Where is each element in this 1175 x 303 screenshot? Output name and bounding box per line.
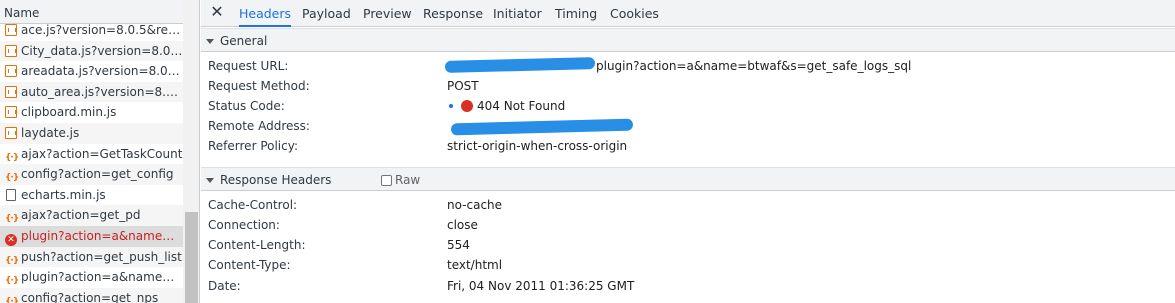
raw-toggle[interactable]: Raw [381, 168, 420, 192]
caret-down-icon [206, 177, 214, 183]
script-file-icon [5, 85, 17, 98]
response-header-row: Connection: close [201, 215, 1175, 235]
script-file-icon [5, 24, 17, 36]
header-value[interactable]: 554 [447, 235, 470, 255]
raw-label: Raw [395, 173, 421, 187]
response-header-row: Date: Fri, 04 Nov 2011 01:36:25 GMT [201, 276, 1175, 296]
general-section-header[interactable]: General [201, 28, 1175, 52]
request-row[interactable]: auto_area.js?version=8.0.5&... [0, 81, 183, 103]
header-value[interactable]: plugin?action=a&name=btwaf&s=get_safe_lo… [596, 56, 911, 76]
request-row[interactable]: {·} config?action=get_nps [0, 287, 183, 303]
script-file-icon [5, 65, 17, 78]
request-row[interactable]: {·} plugin?action=a&name=bt... [0, 267, 183, 288]
header-value[interactable]: strict-origin-when-cross-origin [447, 136, 627, 156]
request-row[interactable]: {·} config?action=get_config [0, 164, 183, 185]
script-file-icon [5, 126, 17, 139]
response-header-row: Content-Length: 554 [201, 235, 1175, 255]
header-key: Cache-Control: [208, 198, 298, 212]
status-text[interactable]: 404 Not Found [477, 99, 565, 113]
header-value[interactable]: text/html [447, 255, 502, 275]
header-key: Date: [208, 279, 241, 293]
request-name: push?action=get_push_list [21, 249, 182, 264]
response-header-row: Cache-Control: no-cache [201, 195, 1175, 215]
header-value[interactable]: close [447, 215, 478, 235]
header-key: Request URL: [208, 59, 289, 73]
tab-initiator[interactable]: Initiator [493, 0, 542, 27]
request-name: auto_area.js?version=8.0.5&... [21, 84, 183, 99]
tab-timing[interactable]: Timing [555, 0, 597, 27]
general-section-title: General [220, 34, 268, 48]
status-indicator-icon [449, 104, 453, 108]
script-file-icon [5, 106, 17, 119]
xhr-braces-icon: {·} [5, 173, 19, 184]
redaction-mark [450, 118, 634, 136]
general-row: Request Method: POST [201, 76, 1175, 96]
xhr-braces-icon: {·} [5, 255, 19, 266]
request-row[interactable]: clipboard.min.js [0, 102, 183, 123]
request-row[interactable]: {·} ajax?action=get_pd [0, 205, 183, 226]
request-row[interactable]: City_data.js?version=8.0.5&r... [0, 40, 183, 62]
header-key: Connection: [208, 218, 280, 232]
tab-payload[interactable]: Payload [302, 0, 351, 27]
general-row: Remote Address: [201, 116, 1175, 136]
request-row[interactable]: laydate.js [0, 122, 183, 144]
response-headers-title: Response Headers [220, 173, 332, 187]
general-row: Request URL: plugin?action=a&name=btwaf&… [201, 56, 1175, 76]
header-value[interactable]: Fri, 04 Nov 2011 01:36:25 GMT [447, 276, 634, 296]
request-row[interactable]: {·} push?action=get_push_list [0, 246, 183, 268]
scrollbar-thumb[interactable] [185, 212, 198, 303]
header-key: Request Method: [208, 79, 310, 93]
tab-headers[interactable]: Headers [239, 0, 292, 27]
request-details-panel: ✕ Headers Payload Preview Response Initi… [201, 0, 1175, 303]
tab-cookies[interactable]: Cookies [610, 0, 659, 27]
xhr-braces-icon: {·} [5, 296, 19, 303]
header-value[interactable]: no-cache [447, 195, 502, 215]
general-row: Referrer Policy: strict-origin-when-cros… [201, 136, 1175, 156]
name-column-header[interactable]: Name [0, 0, 183, 24]
status-error-icon [461, 100, 473, 112]
request-name: plugin?action=a&name=bt... [21, 270, 183, 285]
response-headers-section-header[interactable]: Response Headers Raw [201, 167, 1175, 191]
header-key: Content-Length: [208, 238, 306, 252]
raw-checkbox[interactable] [381, 175, 392, 186]
redaction-mark [444, 57, 596, 73]
header-key: Status Code: [208, 99, 285, 113]
header-key: Referrer Policy: [208, 139, 298, 153]
request-list-panel: Name ace.js?version=8.0.5&repair= City_d… [0, 0, 200, 303]
request-name: ajax?action=GetTaskCount [21, 146, 183, 161]
general-row: Status Code: 404 Not Found [201, 96, 1175, 116]
request-name: echarts.min.js [21, 187, 106, 202]
caret-down-icon [206, 38, 214, 44]
tab-preview[interactable]: Preview [363, 0, 412, 27]
xhr-braces-icon: {·} [5, 276, 19, 287]
script-file-icon [5, 44, 17, 57]
request-name: config?action=get_config [21, 167, 174, 182]
header-value[interactable]: POST [447, 76, 479, 96]
request-name: areadata.js?version=8.0.5&r... [21, 64, 183, 79]
request-row[interactable]: echarts.min.js [0, 185, 183, 206]
error-x-icon: ✕ [5, 233, 17, 246]
request-list-scrollbar[interactable] [183, 0, 199, 303]
details-tab-bar: ✕ Headers Payload Preview Response Initi… [201, 0, 1175, 27]
status-code-value: 404 Not Found [449, 96, 565, 116]
close-icon[interactable]: ✕ [209, 4, 225, 20]
tab-response[interactable]: Response [423, 0, 483, 27]
request-row[interactable]: {·} ajax?action=GetTaskCount [0, 144, 183, 165]
document-icon [6, 188, 16, 201]
xhr-braces-icon: {·} [5, 152, 19, 163]
request-name: ajax?action=get_pd [21, 208, 141, 223]
request-name: clipboard.min.js [21, 105, 117, 120]
request-name: laydate.js [21, 125, 80, 140]
request-name: City_data.js?version=8.0.5&r... [21, 43, 183, 58]
request-row[interactable]: areadata.js?version=8.0.5&r... [0, 61, 183, 82]
request-list: ace.js?version=8.0.5&repair= City_data.j… [0, 20, 183, 303]
request-name: plugin?action=a&name=bt... [21, 228, 183, 243]
header-key: Remote Address: [208, 119, 310, 133]
request-row-selected[interactable]: ✕ plugin?action=a&name=bt... [0, 225, 183, 247]
header-key: Content-Type: [208, 258, 291, 272]
request-name: ace.js?version=8.0.5&repair= [21, 23, 183, 37]
xhr-braces-icon: {·} [5, 214, 19, 225]
request-name: config?action=get_nps [21, 290, 159, 303]
response-header-row: Content-Type: text/html [201, 255, 1175, 275]
